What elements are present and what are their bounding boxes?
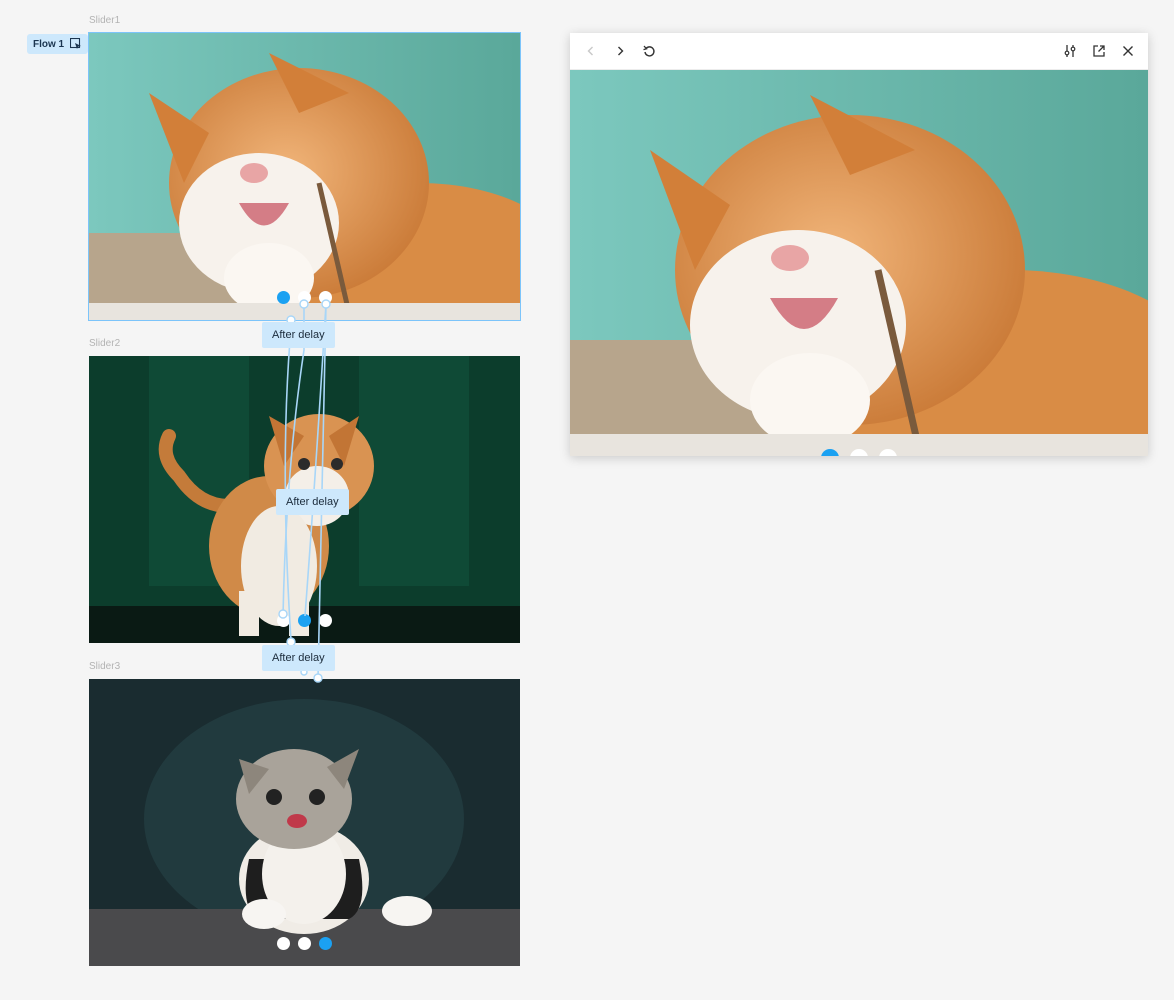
play-icon <box>70 38 82 49</box>
pagination-dot-3[interactable] <box>879 449 897 456</box>
preview-nav-group <box>580 41 659 62</box>
slider3-frame[interactable] <box>89 679 520 966</box>
pagination-dots <box>821 449 897 456</box>
frame-label-slider2[interactable]: Slider2 <box>89 338 120 349</box>
close-icon <box>1122 46 1133 56</box>
flow-label: Flow 1 <box>33 38 65 50</box>
open-external-icon <box>1092 45 1105 57</box>
pagination-dot-2[interactable] <box>298 291 311 304</box>
chevron-left-icon <box>587 46 593 56</box>
pagination-dot-2[interactable] <box>298 937 311 950</box>
pagination-dot-1[interactable] <box>821 449 839 456</box>
pagination-dot-2[interactable] <box>298 614 311 627</box>
frame-label-slider3[interactable]: Slider3 <box>89 661 120 672</box>
close-preview-button[interactable] <box>1117 41 1138 62</box>
flow-start-badge[interactable]: Flow 1 <box>27 34 89 54</box>
pagination-dots <box>277 937 332 950</box>
preview-actions-group <box>1059 41 1138 62</box>
pagination-dots <box>277 291 332 304</box>
prototype-preview-window <box>570 33 1148 456</box>
chevron-right-icon <box>617 46 623 56</box>
slider1-frame[interactable] <box>88 32 521 321</box>
pagination-dot-1[interactable] <box>277 937 290 950</box>
pagination-dot-1[interactable] <box>277 291 290 304</box>
pagination-dot-3[interactable] <box>319 937 332 950</box>
cat-photo-orange <box>570 70 1148 456</box>
cat-photo-orange <box>89 33 520 320</box>
sliders-icon <box>1064 45 1075 57</box>
forward-button[interactable] <box>609 41 630 62</box>
open-in-new-window-button[interactable] <box>1088 41 1109 62</box>
restart-button[interactable] <box>638 41 659 62</box>
back-button[interactable] <box>580 41 601 62</box>
pagination-dot-3[interactable] <box>319 614 332 627</box>
interaction-label-after-delay[interactable]: After delay <box>276 489 349 515</box>
pagination-dot-3[interactable] <box>319 291 332 304</box>
cat-photo-tabby-kitten <box>89 679 520 966</box>
pagination-dots <box>277 614 332 627</box>
frame-label-slider1[interactable]: Slider1 <box>89 15 120 26</box>
interaction-label-after-delay[interactable]: After delay <box>262 322 335 348</box>
pagination-dot-2[interactable] <box>850 449 868 456</box>
restart-icon <box>642 45 655 57</box>
preview-screen[interactable] <box>570 70 1148 456</box>
settings-button[interactable] <box>1059 41 1080 62</box>
interaction-label-after-delay[interactable]: After delay <box>262 645 335 671</box>
preview-toolbar <box>570 33 1148 70</box>
pagination-dot-1[interactable] <box>277 614 290 627</box>
